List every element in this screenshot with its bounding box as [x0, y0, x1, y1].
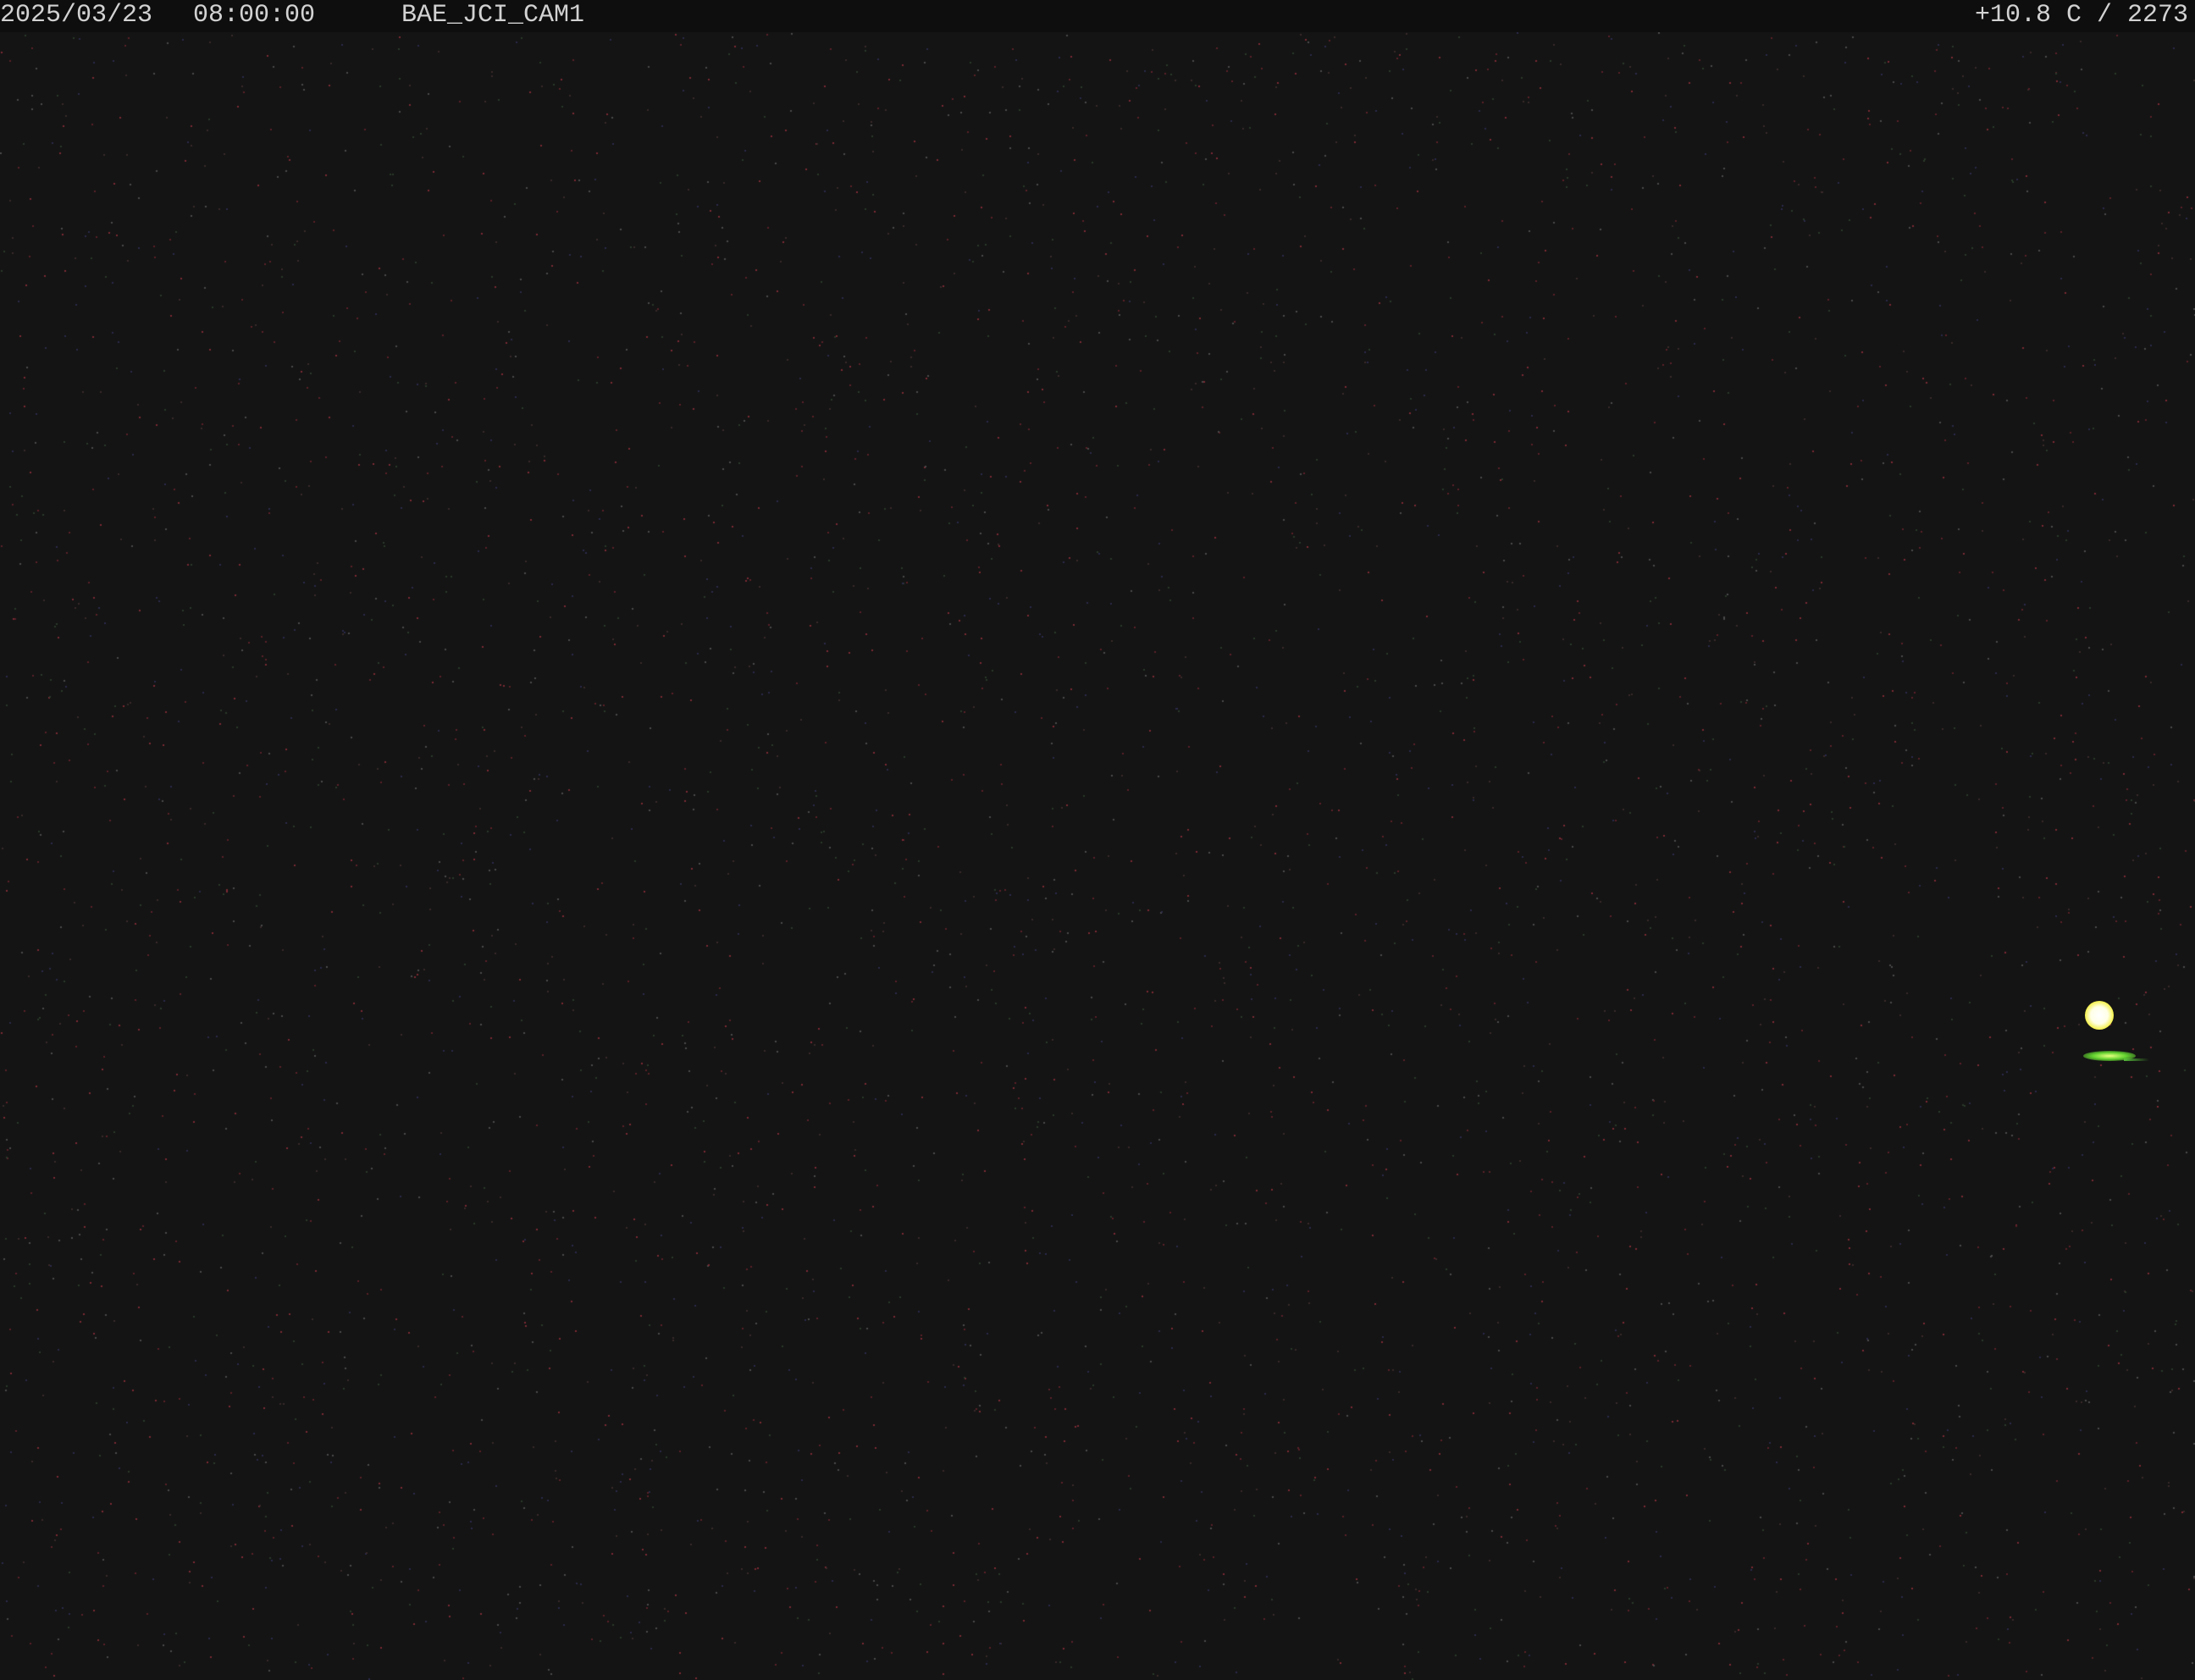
osd-date: 2025/03/23: [0, 1, 153, 30]
sensor-noise-layer: [0, 32, 2195, 1680]
bright-light-source: [2085, 1001, 2114, 1030]
osd-overlay-bar: 2025/03/23 08:00:00 BAE_JCI_CAM1 +10.8 C…: [0, 0, 2195, 32]
osd-camera-id: BAE_JCI_CAM1: [401, 1, 585, 30]
osd-time: 08:00:00: [193, 1, 316, 30]
osd-sensor-readout: +10.8 C / 2273: [1974, 1, 2188, 30]
lens-glare-tail: [2124, 1058, 2149, 1061]
camera-frame: 2025/03/23 08:00:00 BAE_JCI_CAM1 +10.8 C…: [0, 0, 2195, 1680]
night-sky-image: [0, 32, 2195, 1680]
